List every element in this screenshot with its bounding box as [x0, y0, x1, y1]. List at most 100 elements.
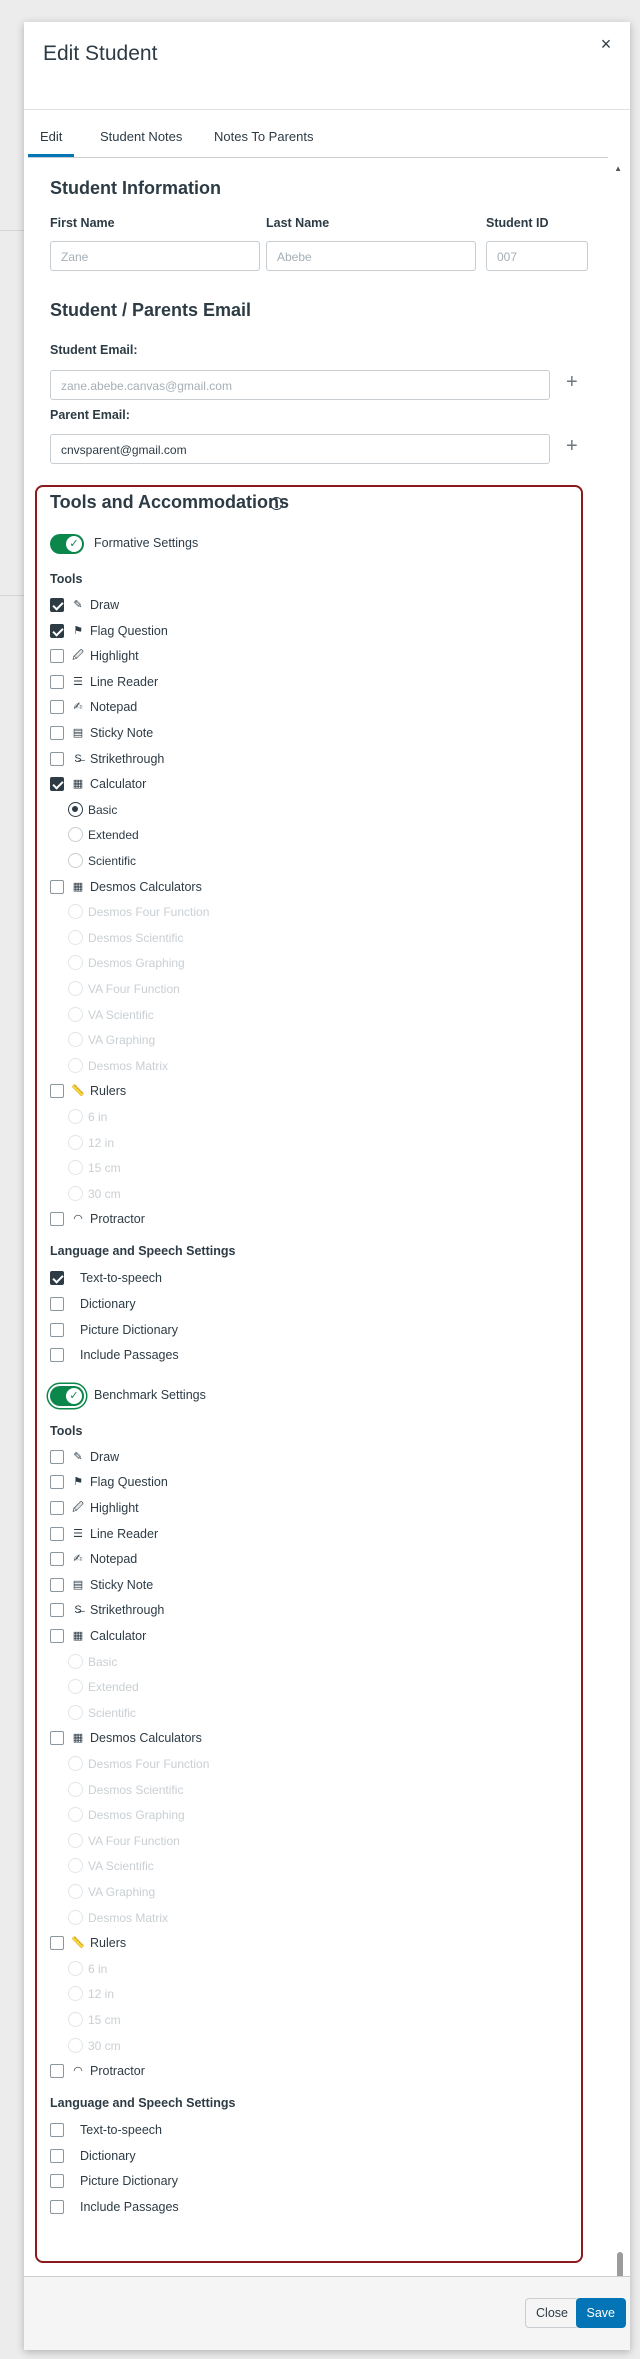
- checkbox[interactable]: [50, 1475, 64, 1490]
- checkbox[interactable]: [50, 623, 64, 638]
- tool-desmos-calculators[interactable]: ▦ Desmos Calculators: [50, 878, 202, 896]
- checkbox[interactable]: [50, 2123, 64, 2138]
- checkbox[interactable]: [50, 1297, 64, 1311]
- scroll-up-arrow-icon[interactable]: ▲: [614, 164, 622, 173]
- language-dictionary[interactable]: Dictionary: [50, 1295, 136, 1313]
- language-speech-heading: Language and Speech Settings: [50, 2096, 236, 2111]
- checkbox[interactable]: [50, 700, 64, 715]
- checkbox[interactable]: [50, 1552, 64, 1567]
- tool-label: Sticky Note: [90, 726, 154, 740]
- tool-protractor[interactable]: ◠ Protractor: [50, 1210, 145, 1228]
- tool-rulers[interactable]: 📏 Rulers: [50, 1934, 126, 1952]
- checkbox[interactable]: [50, 777, 64, 792]
- checkbox[interactable]: [50, 1577, 64, 1592]
- tool-notepad[interactable]: ✍ Notepad: [50, 698, 137, 716]
- info-icon[interactable]: i: [270, 497, 283, 510]
- tool-highlight[interactable]: 🖉 Highlight: [50, 647, 139, 665]
- language-picture-dictionary[interactable]: Picture Dictionary: [50, 2172, 178, 2190]
- tool-line-reader[interactable]: ☰ Line Reader: [50, 673, 158, 691]
- ruler-option-radio: [68, 1185, 83, 1201]
- checkbox[interactable]: [50, 2174, 64, 2189]
- tool-label: Include Passages: [80, 2200, 179, 2214]
- tool-line-reader[interactable]: ☰ Line Reader: [50, 1525, 158, 1543]
- student-id-field[interactable]: 007: [486, 241, 588, 271]
- checkbox[interactable]: [50, 1936, 64, 1951]
- language-text-to-speech[interactable]: Text-to-speech: [50, 2121, 162, 2139]
- checkbox[interactable]: [50, 649, 64, 664]
- tool-strikethrough[interactable]: S̶ Strikethrough: [50, 1601, 164, 1619]
- tool-calculator[interactable]: ▦ Calculator: [50, 775, 146, 793]
- checkbox[interactable]: [50, 1731, 64, 1746]
- tool-sticky-note[interactable]: ▤ Sticky Note: [50, 1576, 153, 1594]
- tool-label: Strikethrough: [90, 1603, 165, 1618]
- tool-sticky-note[interactable]: ▤ Sticky Note: [50, 724, 153, 742]
- checkbox[interactable]: [50, 1271, 64, 1286]
- tool-label: Sticky Note: [90, 1577, 154, 1592]
- highlight-icon: 🖉: [72, 1502, 84, 1514]
- checkbox[interactable]: [50, 726, 64, 740]
- tool-calculator[interactable]: ▦ Calculator: [50, 1627, 146, 1645]
- close-icon[interactable]: ×: [596, 34, 616, 55]
- tool-draw[interactable]: ✎ Draw: [50, 596, 119, 614]
- tool-highlight[interactable]: 🖉 Highlight: [50, 1499, 139, 1517]
- ruler-option-radio-label: 15 cm: [88, 1161, 121, 1176]
- desmos-option-radio-label: Desmos Graphing: [88, 1808, 185, 1823]
- checkbox[interactable]: [50, 674, 64, 689]
- calculator-basic-radio[interactable]: [68, 801, 83, 817]
- checkbox[interactable]: [50, 2200, 64, 2214]
- checkbox[interactable]: [50, 1629, 64, 1643]
- last-name-field[interactable]: Abebe: [266, 241, 476, 271]
- checkbox[interactable]: [50, 2064, 64, 2079]
- tool-label: Calculator: [90, 777, 147, 792]
- student-email-field[interactable]: zane.abebe.canvas@gmail.com: [50, 370, 550, 400]
- checkbox[interactable]: [50, 1348, 64, 1363]
- language-picture-dictionary[interactable]: Picture Dictionary: [50, 1321, 178, 1339]
- checkbox[interactable]: [50, 1501, 64, 1515]
- tool-flag-question[interactable]: ⚑ Flag Question: [50, 622, 168, 640]
- checkbox[interactable]: [50, 1449, 64, 1464]
- calculator-scientific-radio: [68, 1704, 83, 1720]
- parent-email-field[interactable]: cnvsparent@gmail.com: [50, 434, 550, 464]
- desmos-option-radio: [68, 929, 83, 945]
- tab-student-notes[interactable]: Student Notes: [88, 125, 194, 157]
- checkbox[interactable]: [50, 1526, 64, 1541]
- scrollbar-thumb[interactable]: [617, 2252, 623, 2276]
- tab-edit[interactable]: Edit: [28, 125, 75, 157]
- language-include-passages[interactable]: Include Passages: [50, 1346, 179, 1364]
- checkbox[interactable]: [50, 1322, 64, 1337]
- checkbox[interactable]: [50, 1603, 64, 1618]
- checkbox[interactable]: [50, 751, 64, 766]
- desmos-option-radio: [68, 1006, 83, 1022]
- checkbox[interactable]: [50, 1084, 64, 1099]
- benchmark-settings-toggle[interactable]: ✓: [50, 1385, 84, 1406]
- language-include-passages[interactable]: Include Passages: [50, 2198, 179, 2216]
- tool-flag-question[interactable]: ⚑ Flag Question: [50, 1473, 168, 1491]
- add-student-email-icon[interactable]: +: [566, 371, 578, 394]
- desmos-option-radio-label: VA Graphing: [88, 1033, 156, 1048]
- tool-strikethrough[interactable]: S̶ Strikethrough: [50, 750, 164, 768]
- language-text-to-speech[interactable]: Text-to-speech: [50, 1269, 162, 1287]
- first-name-field[interactable]: Zane: [50, 241, 260, 271]
- ruler-option-radio-label: 30 cm: [88, 2038, 121, 2053]
- checkbox[interactable]: [50, 1212, 64, 1227]
- language-dictionary[interactable]: Dictionary: [50, 2147, 136, 2165]
- formative-settings-toggle[interactable]: ✓: [50, 534, 84, 554]
- tool-draw[interactable]: ✎ Draw: [50, 1448, 119, 1466]
- add-parent-email-icon[interactable]: +: [566, 435, 578, 458]
- save-button[interactable]: Save: [575, 2298, 626, 2328]
- checkbox[interactable]: [50, 598, 64, 612]
- tool-desmos-calculators[interactable]: ▦ Desmos Calculators: [50, 1729, 202, 1747]
- checkbox[interactable]: [50, 2148, 64, 2163]
- close-button[interactable]: Close: [525, 2298, 579, 2328]
- tab-notes-to-parents[interactable]: Notes To Parents: [202, 125, 325, 157]
- tool-rulers[interactable]: 📏 Rulers: [50, 1082, 126, 1100]
- checkbox[interactable]: [50, 879, 64, 894]
- ruler-option-radio: [68, 2037, 83, 2053]
- calculator-scientific-radio[interactable]: [68, 853, 83, 868]
- student-id-label: Student ID: [486, 216, 549, 230]
- student-email-label: Student Email:: [50, 343, 138, 357]
- tool-protractor[interactable]: ◠ Protractor: [50, 2062, 145, 2080]
- tool-label: Text-to-speech: [80, 2123, 162, 2138]
- line-reader-icon: ☰: [73, 675, 83, 688]
- tool-notepad[interactable]: ✍ Notepad: [50, 1550, 137, 1568]
